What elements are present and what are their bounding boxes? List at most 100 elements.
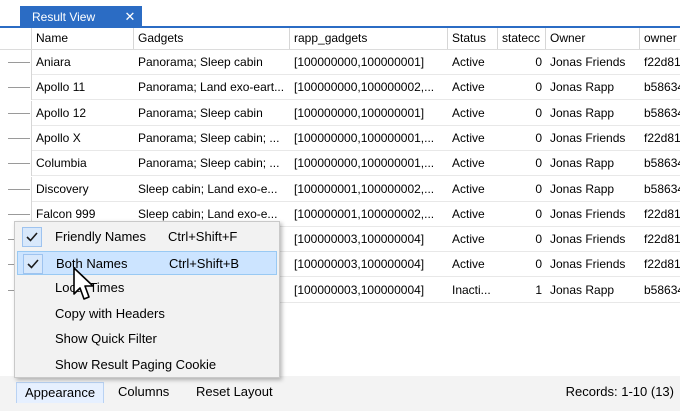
cell-statecode: 1 xyxy=(535,282,542,297)
appearance-button[interactable]: Appearance xyxy=(16,382,105,403)
cell-name: Apollo 11 xyxy=(36,80,86,95)
column-header-rapp[interactable]: rapp_gadgets xyxy=(290,28,448,49)
cell-rapp: [100000003,100000004] xyxy=(294,282,425,297)
cell-gadgets: Panorama; Sleep cabin; ... xyxy=(138,130,280,145)
column-header-name[interactable]: Name xyxy=(32,28,134,49)
menu-item-both-names[interactable]: Both Names Ctrl+Shift+B xyxy=(17,250,277,275)
table-row[interactable]: Columbia Panorama; Sleep cabin; ... [10000… xyxy=(0,151,680,177)
cell-rapp: [100000000,100000001] xyxy=(294,105,425,120)
column-header-ownerid[interactable]: owner xyxy=(640,28,680,49)
table-row[interactable]: Apollo X Panorama; Sleep cabin; ... [10000… xyxy=(0,125,680,151)
cell-statecode: 0 xyxy=(535,232,542,247)
tab-bar: Result View ✕ xyxy=(0,0,680,28)
table-row[interactable]: Discovery Sleep cabin; Land exo-e... [1000… xyxy=(0,176,680,202)
cell-rapp: [100000003,100000004] xyxy=(294,257,425,272)
row-selector[interactable] xyxy=(0,75,32,101)
cell-status: Active xyxy=(452,232,485,247)
cell-name: Discovery xyxy=(36,181,89,196)
header-row-selector[interactable] xyxy=(0,28,32,49)
cell-rapp: [100000000,100000001,... xyxy=(294,156,435,171)
row-selector[interactable] xyxy=(0,100,32,126)
cell-ownerid: b58634 xyxy=(644,156,680,171)
menu-item-friendly-names[interactable]: Friendly Names Ctrl+Shift+F xyxy=(17,225,277,249)
cell-status: Active xyxy=(452,156,485,171)
cell-owner: Jonas Rapp xyxy=(550,156,615,171)
row-marker xyxy=(8,62,30,63)
cell-gadgets: Panorama; Sleep cabin xyxy=(138,55,263,69)
menu-item-label: Show Result Paging Cookie xyxy=(55,356,217,372)
check-icon xyxy=(23,253,43,274)
row-selector[interactable] xyxy=(0,50,32,75)
cell-name: Aniara xyxy=(36,55,71,69)
cell-status: Inacti... xyxy=(452,282,491,297)
grid-header: Name Gadgets rapp_gadgets Status statecc Owne… xyxy=(0,28,680,50)
mouse-pointer-icon xyxy=(73,267,94,300)
row-marker xyxy=(8,163,30,165)
cell-status: Active xyxy=(452,130,485,145)
menu-item-show-result-paging-cookie[interactable]: Show Result Paging Cookie xyxy=(17,353,277,377)
reset-layout-button[interactable]: Reset Layout xyxy=(188,382,281,402)
close-icon[interactable]: ✕ xyxy=(124,6,136,28)
cell-owner: Jonas Friends xyxy=(550,130,626,145)
cell-gadgets: Sleep cabin; Land exo-e... xyxy=(138,181,278,196)
cell-owner: Jonas Friends xyxy=(550,206,626,221)
cell-statecode: 0 xyxy=(535,55,542,69)
menu-item-local-times[interactable]: Local Times xyxy=(17,276,277,300)
cell-owner: Jonas Rapp xyxy=(550,105,615,120)
column-header-owner[interactable]: Owner xyxy=(546,28,640,49)
row-selector[interactable] xyxy=(0,176,32,202)
row-marker xyxy=(8,87,30,89)
column-header-gadgets[interactable]: Gadgets xyxy=(134,28,290,49)
cell-owner: Jonas Rapp xyxy=(550,282,615,297)
row-marker xyxy=(8,137,30,139)
menu-item-shortcut: Ctrl+Shift+B xyxy=(169,255,240,271)
row-selector[interactable] xyxy=(0,151,32,177)
cell-status: Active xyxy=(452,257,485,272)
cell-rapp: [100000003,100000004] xyxy=(294,232,425,247)
cell-statecode: 0 xyxy=(535,80,542,95)
cell-ownerid: f22d81 xyxy=(644,206,680,221)
cell-gadgets: Panorama; Sleep cabin; ... xyxy=(138,156,280,171)
cell-name: Columbia xyxy=(36,156,87,171)
column-header-status[interactable]: Status xyxy=(448,28,498,49)
row-marker xyxy=(8,112,30,114)
cell-rapp: [100000001,100000002,... xyxy=(294,181,435,196)
row-selector[interactable] xyxy=(0,125,32,151)
menu-item-label: Show Quick Filter xyxy=(55,331,157,346)
column-header-statecode[interactable]: statecc xyxy=(498,28,546,49)
appearance-context-menu: Friendly Names Ctrl+Shift+F Both Names Ctrl… xyxy=(14,221,280,378)
menu-item-label: Friendly Names xyxy=(55,229,147,244)
cell-name: Apollo X xyxy=(36,130,81,145)
cell-status: Active xyxy=(452,80,485,95)
menu-item-show-quick-filter[interactable]: Show Quick Filter xyxy=(17,327,277,351)
check-icon xyxy=(22,227,42,247)
cell-ownerid: b58634 xyxy=(644,105,680,120)
bottom-bar: Appearance Columns Reset Layout Records:… xyxy=(0,376,680,411)
cell-status: Active xyxy=(452,206,485,221)
cell-gadgets: Panorama; Sleep cabin xyxy=(138,105,263,120)
cell-ownerid: f22d81 xyxy=(644,232,680,247)
cell-statecode: 0 xyxy=(535,156,542,171)
cell-statecode: 0 xyxy=(535,105,542,120)
cell-owner: Jonas Rapp xyxy=(550,181,615,196)
cell-status: Active xyxy=(452,105,485,120)
cell-owner: Jonas Friends xyxy=(550,55,626,69)
cell-statecode: 0 xyxy=(535,181,542,196)
menu-item-shortcut: Ctrl+Shift+F xyxy=(168,229,238,244)
menu-item-copy-with-headers[interactable]: Copy with Headers xyxy=(17,302,277,326)
row-marker xyxy=(8,213,30,215)
tab-result-view[interactable]: Result View ✕ xyxy=(20,6,142,28)
cell-rapp: [100000001,100000002,... xyxy=(294,206,435,221)
table-row[interactable]: Aniara Panorama; Sleep cabin [100000000,10… xyxy=(0,50,680,75)
table-row[interactable]: Apollo 11 Panorama; Land exo-eart... [1000… xyxy=(0,75,680,101)
cell-rapp: [100000000,100000002,... xyxy=(294,80,435,95)
cell-owner: Jonas Rapp xyxy=(550,80,615,95)
cell-status: Active xyxy=(452,55,485,69)
table-row[interactable]: Apollo 12 Panorama; Sleep cabin [100000000… xyxy=(0,100,680,126)
cell-ownerid: f22d81 xyxy=(644,130,680,145)
columns-button[interactable]: Columns xyxy=(110,382,177,402)
tab-title: Result View xyxy=(32,10,96,24)
cell-ownerid: f22d81 xyxy=(644,257,680,272)
cell-rapp: [100000000,100000001,... xyxy=(294,130,435,145)
row-marker xyxy=(8,188,30,190)
